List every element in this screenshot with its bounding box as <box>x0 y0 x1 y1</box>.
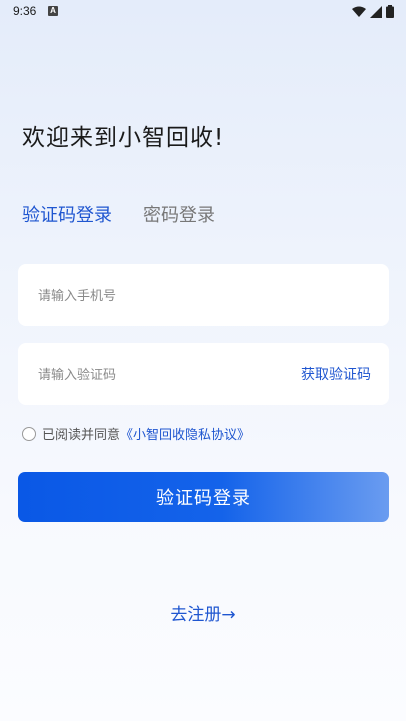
phone-input[interactable] <box>36 264 270 328</box>
privacy-policy-link[interactable]: 《小智回收隐私协议》 <box>120 424 250 443</box>
login-button[interactable]: 验证码登录 <box>18 472 389 522</box>
notification-icon: A <box>48 6 58 16</box>
get-code-button[interactable]: 获取验证码 <box>301 364 371 384</box>
status-bar: 9:36 A <box>0 0 406 24</box>
battery-icon <box>386 5 394 18</box>
register-link[interactable]: 去注册→ <box>0 600 406 625</box>
agreement-row: 已阅读并同意 《小智回收隐私协议》 <box>22 424 250 443</box>
tab-password-login[interactable]: 密码登录 <box>143 201 215 227</box>
tab-sms-login[interactable]: 验证码登录 <box>22 201 112 227</box>
code-input[interactable] <box>36 343 270 407</box>
signal-icon <box>370 5 382 18</box>
status-time: 9:36 <box>13 4 37 18</box>
wifi-icon <box>352 6 366 17</box>
code-field: 获取验证码 <box>18 343 389 407</box>
agreement-prefix: 已阅读并同意 <box>42 428 121 443</box>
phone-field <box>18 264 389 328</box>
agreement-checkbox[interactable] <box>22 426 36 441</box>
page-title: 欢迎来到小智回收! <box>22 125 225 151</box>
status-icons <box>352 5 394 18</box>
